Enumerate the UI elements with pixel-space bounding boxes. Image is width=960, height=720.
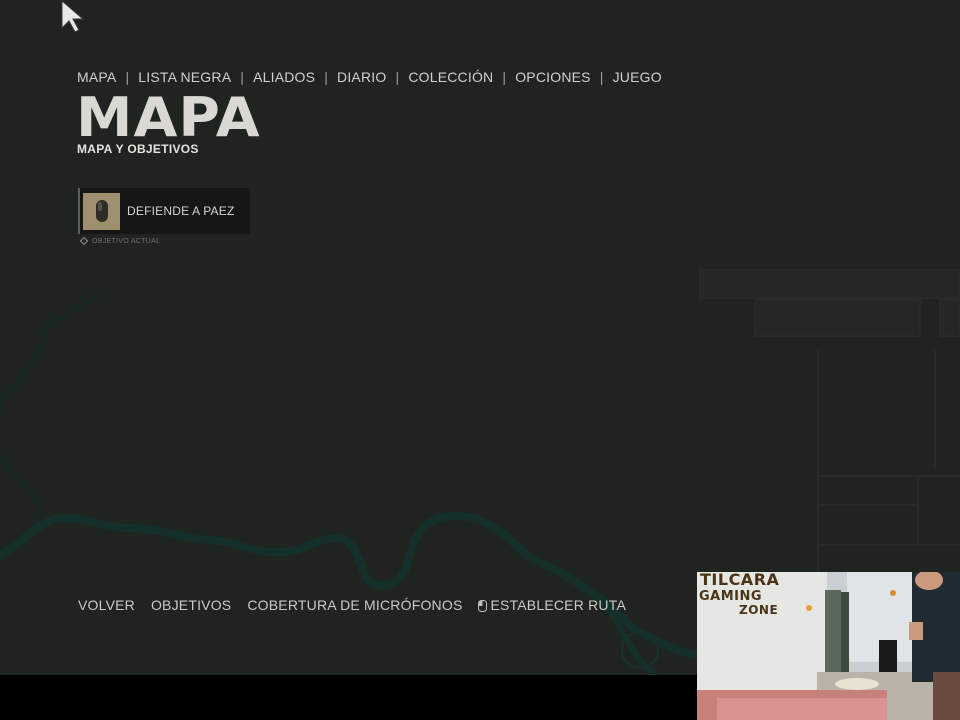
top-nav: MAPA | LISTA NEGRA | ALIADOS | DIARIO | … — [77, 69, 662, 85]
nav-separator: | — [125, 69, 130, 85]
tab-mapa[interactable]: MAPA — [77, 69, 116, 85]
mouse-button-icon — [478, 599, 488, 612]
objectives-button[interactable]: OBJETIVOS — [151, 597, 231, 613]
nav-separator: | — [599, 69, 604, 85]
objective-thumbnail — [83, 192, 120, 230]
tab-coleccion[interactable]: COLECCIÓN — [408, 69, 493, 85]
objective-status-label: OBJETIVO ACTUAL — [92, 237, 161, 245]
tab-lista-negra[interactable]: LISTA NEGRA — [138, 69, 231, 85]
webcam-overlay: TILCARA GAMING ZONE — [697, 572, 960, 720]
nav-separator: | — [502, 69, 507, 85]
grenade-icon — [95, 200, 108, 222]
nav-separator: | — [324, 69, 329, 85]
map-buildings — [699, 269, 960, 575]
map-river — [0, 512, 699, 659]
objective-card[interactable]: DEFIENDE A PAEZ — [78, 188, 250, 234]
set-route-button[interactable]: ESTABLECER RUTA — [478, 597, 626, 613]
nav-separator: | — [240, 69, 245, 85]
diamond-icon — [80, 237, 88, 245]
bottom-actions: VOLVER OBJETIVOS COBERTURA DE MICRÓFONOS… — [78, 597, 626, 613]
objective-label: DEFIENDE A PAEZ — [127, 204, 235, 218]
tab-juego[interactable]: JUEGO — [613, 69, 662, 85]
mic-coverage-button[interactable]: COBERTURA DE MICRÓFONOS — [247, 597, 462, 613]
tab-aliados[interactable]: ALIADOS — [253, 69, 315, 85]
webcam-sign-text: ZONE — [739, 603, 779, 617]
page-title: MAPA — [76, 86, 261, 149]
tab-diario[interactable]: DIARIO — [337, 69, 386, 85]
back-button[interactable]: VOLVER — [78, 597, 135, 613]
nav-separator: | — [395, 69, 400, 85]
webcam-sign-text: TILCARA — [700, 572, 780, 589]
set-route-label: ESTABLECER RUTA — [490, 597, 626, 613]
webcam-sign-text: GAMING — [699, 589, 763, 604]
tab-opciones[interactable]: OPCIONES — [515, 69, 591, 85]
objective-status: OBJETIVO ACTUAL — [80, 237, 160, 245]
page-subtitle: MAPA Y OBJETIVOS — [77, 142, 199, 156]
mouse-cursor-icon — [61, 0, 85, 33]
